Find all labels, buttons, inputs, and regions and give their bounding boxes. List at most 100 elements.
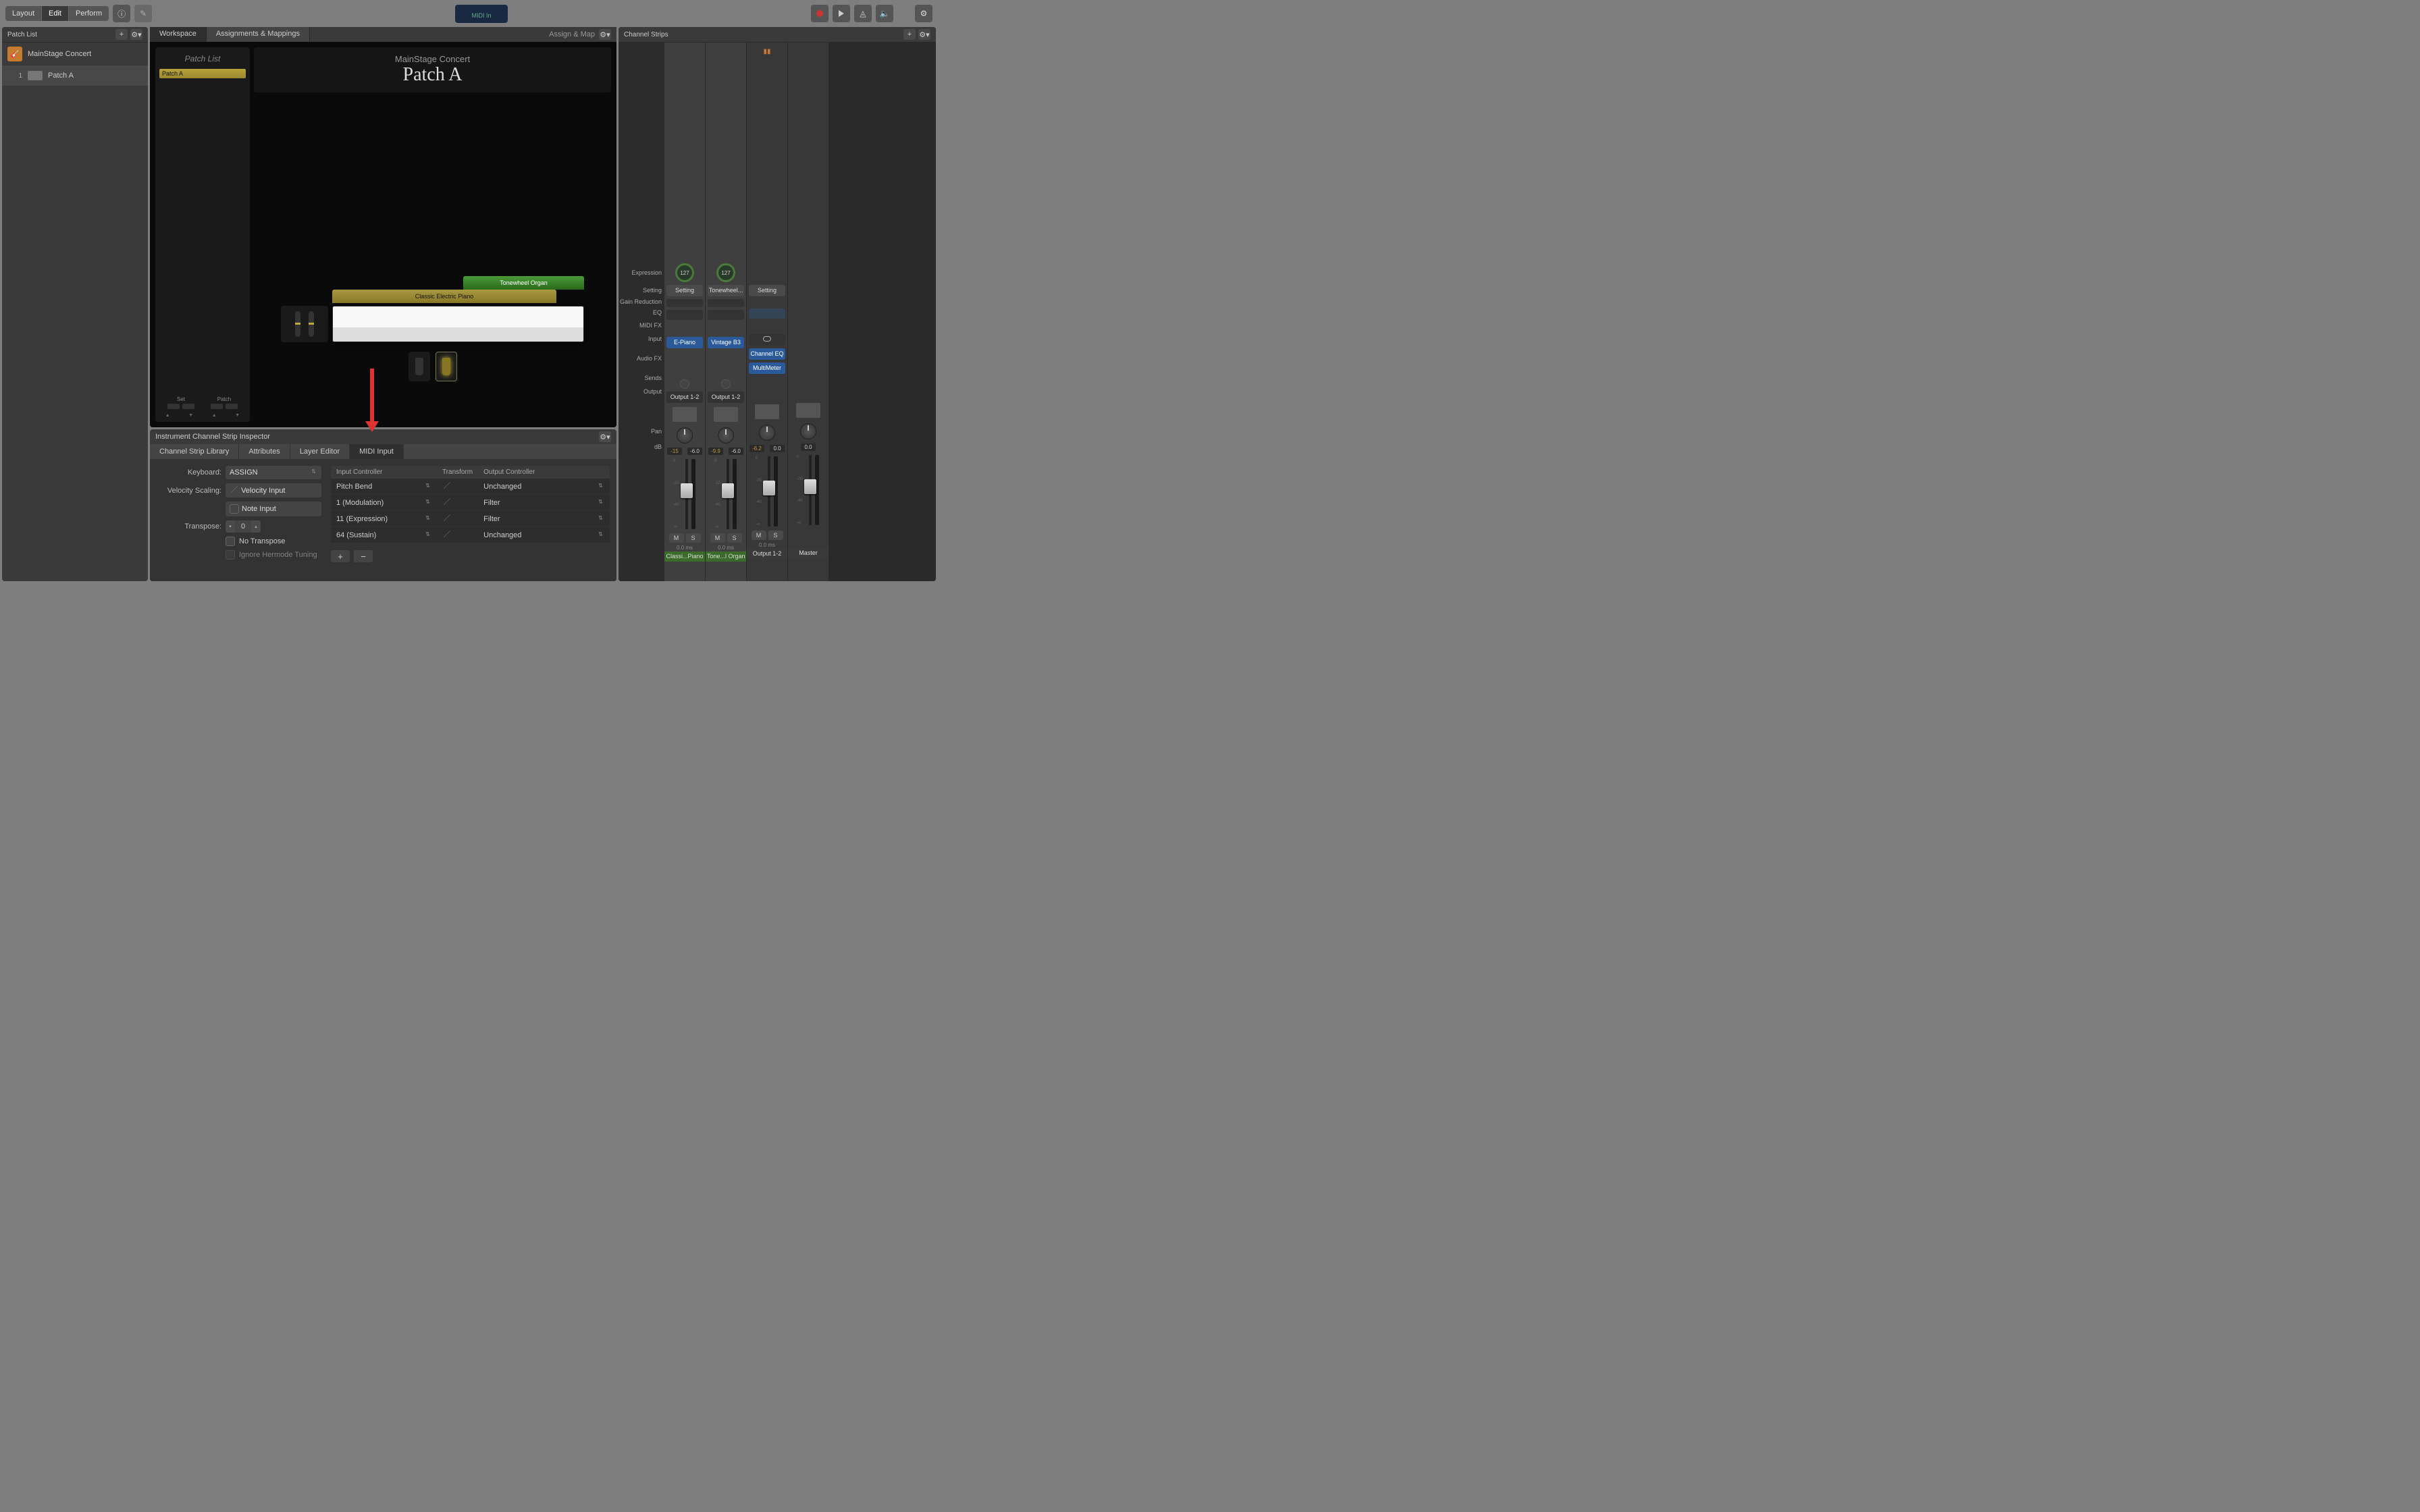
patch-prev[interactable] <box>211 404 223 409</box>
keyboard-select[interactable]: ASSIGN⇅ <box>226 466 321 479</box>
piano-layer[interactable]: Classic Electric Piano <box>332 290 556 303</box>
add-patch-button[interactable] <box>115 29 128 40</box>
strip-name[interactable]: Output 1-2 <box>747 549 787 559</box>
metronome-button[interactable]: ◬ <box>854 5 872 22</box>
audio-fx-slot[interactable]: MultiMeter <box>749 362 785 374</box>
attributes-tab[interactable]: Attributes <box>239 444 290 459</box>
set-down-arrow[interactable]: ▼ <box>188 413 193 418</box>
inspector-gear-button[interactable]: ▾ <box>599 431 611 442</box>
table-row[interactable]: 64 (Sustain)⇅Unchanged⇅ <box>331 527 610 543</box>
record-button[interactable] <box>811 5 828 22</box>
eq-slot[interactable] <box>708 310 744 320</box>
info-button[interactable] <box>113 5 130 22</box>
input-slot[interactable] <box>749 334 785 346</box>
table-row[interactable]: 1 (Modulation)⇅Filter⇅ <box>331 495 610 511</box>
table-row[interactable]: Pitch Bend⇅Unchanged⇅ <box>331 479 610 495</box>
strip-name[interactable]: Classi...Piano <box>664 551 705 562</box>
audio-fx-slot[interactable]: Channel EQ <box>749 348 785 360</box>
midi-input-tab[interactable]: MIDI Input <box>350 444 404 459</box>
fader[interactable] <box>727 459 729 529</box>
setting-slot[interactable]: Tonewheel... <box>708 285 744 296</box>
output-slot[interactable]: Output 1-2 <box>666 392 703 403</box>
pedal-1[interactable] <box>409 352 430 381</box>
midi-fx-slot[interactable] <box>666 323 703 334</box>
play-button[interactable] <box>833 5 850 22</box>
layout-mode-button[interactable]: Layout <box>5 6 42 21</box>
channel-strip-library-tab[interactable]: Channel Strip Library <box>150 444 239 459</box>
strip-name[interactable]: Master <box>788 548 828 558</box>
solo-button[interactable]: S <box>768 531 783 540</box>
set-next[interactable] <box>182 404 194 409</box>
table-row[interactable]: 11 (Expression)⇅Filter⇅ <box>331 511 610 527</box>
expression-knob[interactable]: 127 <box>716 263 735 282</box>
patch-next[interactable] <box>226 404 238 409</box>
perform-mode-button[interactable]: Perform <box>69 6 109 21</box>
pan-knob[interactable] <box>677 427 693 443</box>
note-input[interactable]: Note Input <box>226 502 321 516</box>
patch-down-arrow[interactable]: ▼ <box>235 413 240 418</box>
solo-button[interactable]: S <box>727 533 742 543</box>
note-input-checkbox[interactable] <box>230 504 239 514</box>
transpose-down[interactable]: ▾ <box>226 520 235 533</box>
mod-wheel[interactable] <box>309 311 314 337</box>
center-gear-button[interactable]: ▾ <box>599 29 611 40</box>
mute-button[interactable]: M <box>669 533 684 543</box>
curve-icon[interactable] <box>442 498 452 505</box>
pan-knob[interactable] <box>718 427 734 443</box>
set-prev[interactable] <box>167 404 180 409</box>
workspace-tab[interactable]: Workspace <box>150 27 207 42</box>
pedal-2[interactable] <box>436 352 457 381</box>
keyboard[interactable] <box>332 306 584 342</box>
gain-reduction-slot[interactable] <box>666 299 703 307</box>
curve-icon[interactable] <box>442 482 452 489</box>
concert-row[interactable]: 🎸 MainStage Concert <box>2 43 148 65</box>
mixer-button[interactable]: ⚙ <box>915 5 932 22</box>
edit-mode-button[interactable]: Edit <box>42 6 69 21</box>
mute-button[interactable]: M <box>752 531 766 540</box>
patch-list-gear-button[interactable]: ▾ <box>130 29 142 40</box>
transpose-stepper[interactable]: ▾ 0 ▴ <box>226 520 261 533</box>
remove-controller-button[interactable]: − <box>354 550 373 562</box>
velocity-input[interactable]: Velocity Input <box>226 483 321 497</box>
pencil-button[interactable]: ✎ <box>134 5 152 22</box>
strips-gear-button[interactable]: ▾ <box>918 29 930 40</box>
setting-slot[interactable]: Setting <box>749 285 785 296</box>
assign-map-button[interactable]: Assign & Map <box>549 30 595 38</box>
ws-patch-item[interactable]: Patch A <box>159 69 246 78</box>
input-slot[interactable]: Vintage B3 <box>708 337 744 348</box>
add-strip-button[interactable] <box>903 29 916 40</box>
gain-reduction-slot[interactable] <box>708 299 744 307</box>
col-transform[interactable]: Transform <box>437 466 478 479</box>
fader[interactable] <box>809 455 812 525</box>
eq-slot[interactable] <box>749 308 785 319</box>
curve-icon[interactable] <box>442 514 452 521</box>
mute-button[interactable]: M <box>710 533 725 543</box>
send-knob[interactable] <box>680 379 689 389</box>
col-output-controller[interactable]: Output Controller <box>478 466 610 479</box>
output-slot[interactable]: Output 1-2 <box>708 392 744 403</box>
col-input-controller[interactable]: Input Controller <box>331 466 437 479</box>
set-up-arrow[interactable]: ▲ <box>165 413 170 418</box>
curve-icon[interactable] <box>442 531 452 537</box>
transpose-up[interactable]: ▴ <box>251 520 261 533</box>
send-knob[interactable] <box>721 379 731 389</box>
assignments-tab[interactable]: Assignments & Mappings <box>207 27 310 42</box>
patch-row[interactable]: 1 Patch A <box>2 65 148 86</box>
hermode-checkbox[interactable] <box>226 550 235 560</box>
organ-layer[interactable]: Tonewheel Organ <box>463 276 584 290</box>
fader[interactable] <box>768 456 770 526</box>
fader[interactable] <box>685 459 688 529</box>
no-transpose-checkbox[interactable] <box>226 537 235 546</box>
add-controller-button[interactable]: + <box>331 550 350 562</box>
input-slot[interactable]: E-Piano <box>666 337 703 348</box>
strip-name[interactable]: Tone...l Organ <box>706 551 746 562</box>
eq-slot[interactable] <box>666 310 703 320</box>
pan-knob[interactable] <box>800 423 816 439</box>
midi-fx-slot[interactable] <box>708 323 744 334</box>
pan-knob[interactable] <box>759 425 775 441</box>
setting-slot[interactable]: Setting <box>666 285 703 296</box>
expression-knob[interactable]: 127 <box>675 263 694 282</box>
layer-editor-tab[interactable]: Layer Editor <box>290 444 350 459</box>
solo-button[interactable]: S <box>686 533 701 543</box>
patch-up-arrow[interactable]: ▲ <box>212 413 217 418</box>
